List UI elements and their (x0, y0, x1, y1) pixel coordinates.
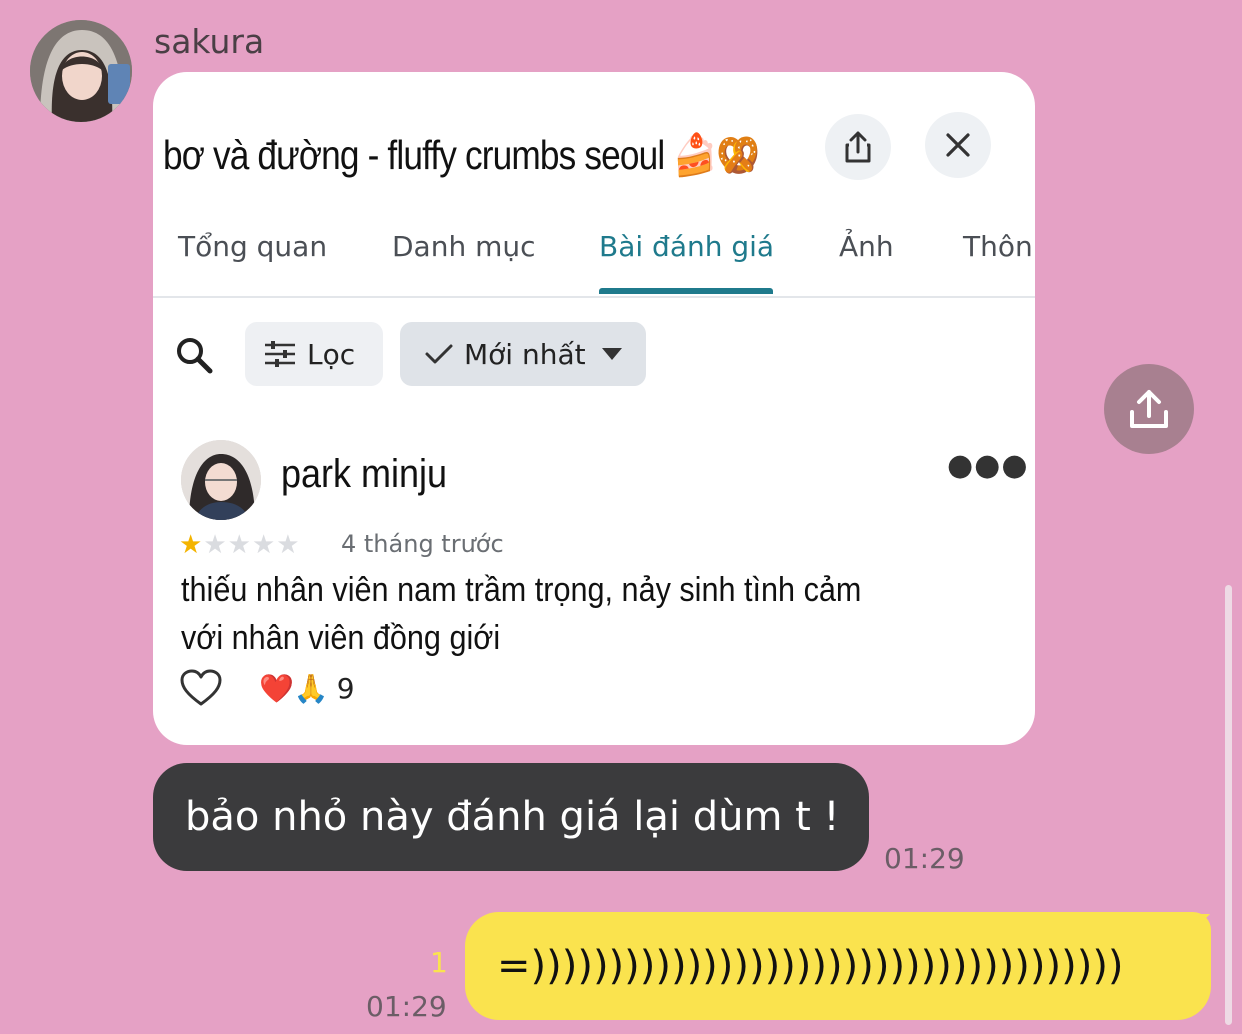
share-button (825, 114, 891, 180)
scrollbar[interactable] (1225, 585, 1232, 1025)
tab-photos: Ảnh (839, 230, 894, 263)
star-icon: ★ (276, 530, 301, 560)
filter-chip: Lọc (245, 322, 383, 386)
review-reactions: ❤️🙏 9 (179, 666, 355, 710)
star-icon: ★ (227, 530, 252, 560)
reaction-emojis: ❤️🙏 (259, 671, 329, 705)
search-icon (177, 338, 213, 374)
incoming-message-text: bảo nhỏ này đánh giá lại dùm t ! (185, 794, 840, 840)
sort-label: Mới nhất (464, 337, 586, 371)
tab-reviews: Bài đánh giá (599, 230, 775, 263)
share-image-button[interactable] (1104, 364, 1194, 454)
star-icon: ★ (179, 530, 204, 560)
share-icon (845, 131, 871, 163)
tab-menu: Danh mục (392, 230, 536, 263)
sender-avatar[interactable] (30, 20, 132, 122)
filter-label: Lọc (307, 337, 356, 371)
close-button (925, 112, 991, 178)
incoming-message-time: 01:29 (884, 842, 965, 875)
shared-image[interactable]: bơ và đường - fluffy crumbs seoul 🍰🥨 Tổn… (153, 72, 1035, 745)
sort-chip: Mới nhất (400, 322, 646, 386)
caret-down-icon (601, 348, 622, 360)
reviewer-avatar (181, 440, 261, 520)
outgoing-message-text: =)))))))))))))))))))))))))))))))))))))) (497, 943, 1124, 989)
place-title: bơ và đường - fluffy crumbs seoul 🍰🥨 (163, 132, 760, 178)
active-tab-indicator (599, 288, 773, 294)
heart-outline-icon (180, 669, 222, 706)
star-icon: ★ (203, 530, 228, 560)
incoming-message-bubble[interactable]: bảo nhỏ này đánh giá lại dùm t ! (153, 763, 869, 871)
sender-name: sakura (154, 22, 265, 61)
more-options-icon: ●●● (947, 448, 1029, 483)
tab-overview: Tổng quan (178, 230, 328, 263)
star-icon: ★ (251, 530, 277, 560)
close-icon (946, 133, 970, 157)
review-text: thiếu nhân viên nam trầm trọng, nảy sinh… (181, 571, 862, 657)
review-time: 4 tháng trước (341, 530, 504, 558)
share-upload-icon (1130, 390, 1168, 428)
sliders-icon (265, 341, 295, 367)
tab-info: Thôn (963, 230, 1033, 263)
outgoing-message-time: 01:29 (366, 990, 447, 1023)
reaction-count: 9 (336, 671, 355, 705)
reviewer-name: park minju (281, 452, 448, 496)
check-icon (425, 344, 453, 364)
unread-count: 1 (430, 946, 448, 979)
star-rating: ★★★★★ (179, 530, 301, 560)
tab-bar: Tổng quan Danh mục Bài đánh giá Ảnh Thôn (153, 222, 1035, 298)
outgoing-message-bubble[interactable]: =)))))))))))))))))))))))))))))))))))))) (465, 912, 1211, 1020)
